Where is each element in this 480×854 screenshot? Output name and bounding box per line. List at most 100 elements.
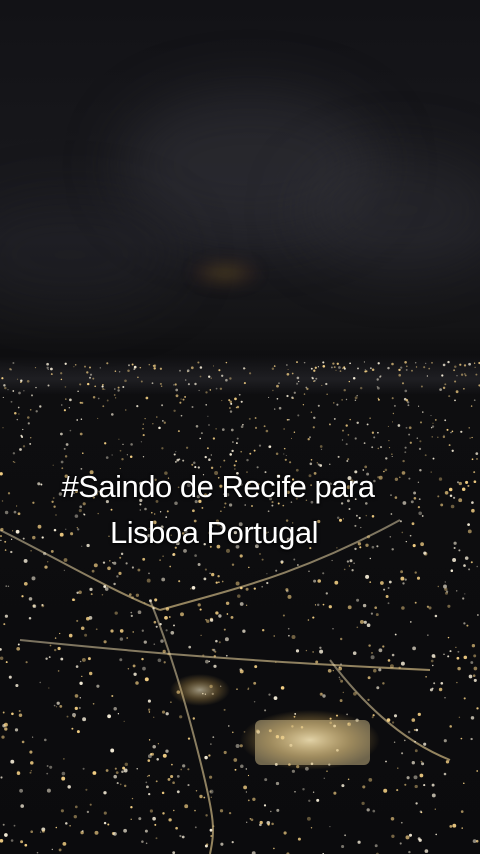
city-light xyxy=(21,595,24,598)
city-light xyxy=(430,427,433,429)
city-light xyxy=(253,681,257,685)
city-light xyxy=(385,760,387,763)
city-light xyxy=(377,431,379,434)
city-light xyxy=(423,551,427,555)
city-light xyxy=(325,592,328,595)
city-light xyxy=(210,743,212,745)
city-light xyxy=(347,605,352,610)
city-light xyxy=(91,569,95,573)
city-light xyxy=(111,454,113,456)
city-light xyxy=(13,824,16,827)
city-light xyxy=(367,698,370,702)
city-light xyxy=(327,668,332,673)
city-light xyxy=(130,806,133,809)
city-light xyxy=(200,432,203,435)
city-light xyxy=(476,707,479,710)
city-light xyxy=(157,658,162,663)
city-light xyxy=(115,771,119,774)
city-light xyxy=(400,576,405,581)
city-light xyxy=(273,696,278,700)
city-light xyxy=(470,661,474,664)
city-light xyxy=(190,588,192,590)
city-light xyxy=(424,454,427,457)
city-light xyxy=(368,778,373,782)
city-light xyxy=(467,484,470,487)
city-light xyxy=(10,839,14,842)
city-light xyxy=(23,390,25,392)
city-light xyxy=(283,447,286,450)
city-light xyxy=(463,782,465,785)
city-light xyxy=(29,771,32,774)
city-light xyxy=(178,580,181,583)
city-light xyxy=(267,510,270,513)
city-light xyxy=(126,637,129,639)
city-light xyxy=(329,463,331,465)
city-light xyxy=(32,604,37,608)
city-light xyxy=(413,775,418,780)
city-light xyxy=(53,505,56,508)
city-light xyxy=(217,575,220,578)
city-light xyxy=(193,461,196,465)
city-light xyxy=(239,586,243,590)
city-light xyxy=(144,829,148,833)
city-light xyxy=(131,797,134,800)
city-light xyxy=(269,445,272,448)
city-light xyxy=(219,809,224,813)
city-light xyxy=(97,417,99,419)
city-light xyxy=(15,505,18,507)
city-light xyxy=(29,436,32,439)
city-light xyxy=(235,406,238,409)
city-light xyxy=(338,676,340,678)
city-light xyxy=(322,364,326,368)
city-light xyxy=(176,775,180,778)
city-light xyxy=(253,449,256,452)
city-light xyxy=(399,842,402,845)
city-light xyxy=(110,629,114,633)
city-light xyxy=(468,427,470,429)
city-light xyxy=(137,568,141,572)
city-light xyxy=(203,577,207,581)
city-light xyxy=(240,400,243,403)
city-light xyxy=(141,840,144,843)
city-light xyxy=(282,614,285,617)
city-light xyxy=(336,403,339,406)
city-light xyxy=(69,825,71,827)
city-light xyxy=(99,367,101,369)
city-light xyxy=(212,437,216,440)
city-light xyxy=(387,587,390,589)
city-light xyxy=(379,446,383,449)
city-light xyxy=(130,443,133,446)
city-light xyxy=(354,399,357,402)
city-light xyxy=(8,675,12,679)
city-light xyxy=(10,400,13,403)
city-light xyxy=(332,362,335,365)
city-light xyxy=(242,629,246,633)
city-light xyxy=(201,506,204,509)
city-light xyxy=(246,821,248,823)
city-light xyxy=(362,785,366,789)
city-light xyxy=(173,384,175,386)
city-light xyxy=(131,566,134,569)
city-light xyxy=(333,791,337,795)
city-light xyxy=(391,653,395,657)
city-light xyxy=(417,712,421,717)
city-light xyxy=(79,505,83,509)
city-light xyxy=(286,364,288,366)
city-light xyxy=(339,699,343,703)
city-light xyxy=(202,654,205,657)
city-light xyxy=(162,753,167,758)
city-light xyxy=(464,374,467,377)
city-light xyxy=(142,557,146,561)
city-light xyxy=(164,615,168,620)
city-light xyxy=(55,826,58,829)
video-frame: #Saindo de Recife para Lisboa Portugal xyxy=(0,0,480,854)
city-light xyxy=(411,369,413,372)
city-light xyxy=(357,367,359,370)
city-light xyxy=(39,681,41,684)
city-light xyxy=(65,443,69,446)
city-light xyxy=(348,380,350,383)
city-light xyxy=(28,616,32,620)
city-light xyxy=(357,840,361,844)
city-light xyxy=(50,367,53,371)
city-light xyxy=(47,384,50,387)
